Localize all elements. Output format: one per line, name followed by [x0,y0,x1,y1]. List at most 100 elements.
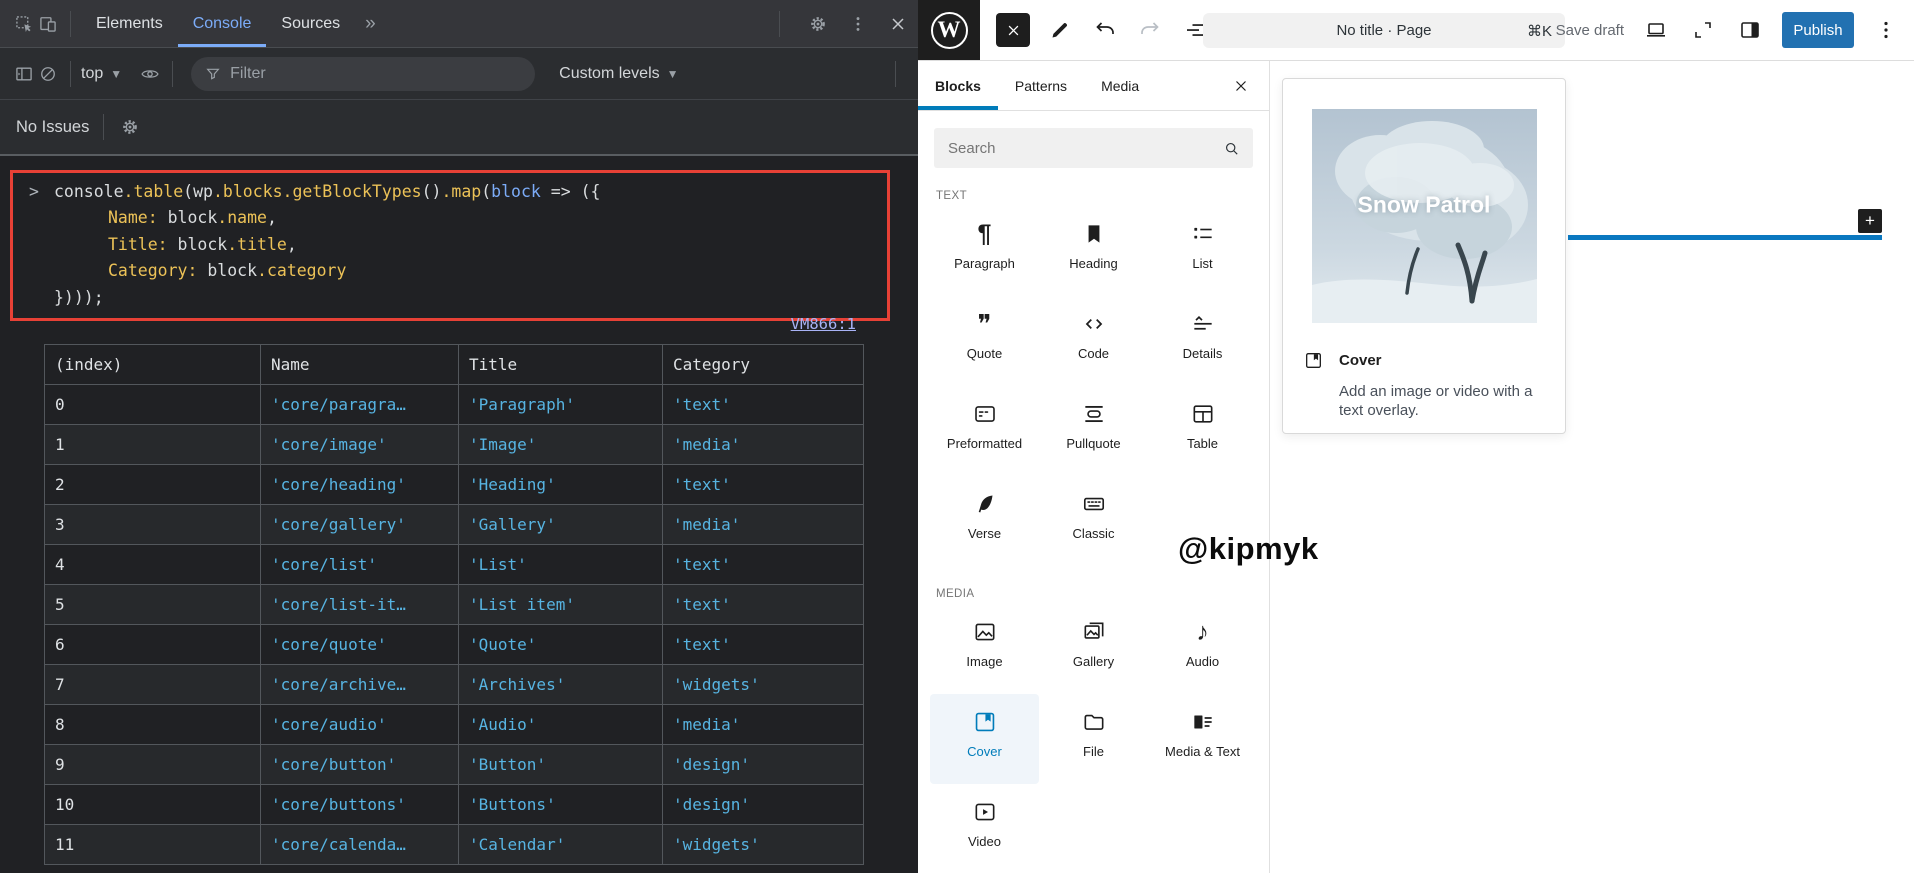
editor-canvas: Snow Patrol Cover Add an image or video … [1270,61,1914,873]
table-cell: 'text' [663,545,864,585]
table-cell: 6 [45,625,261,665]
tab-console[interactable]: Console [178,0,267,47]
settings-sidebar-icon[interactable] [1735,15,1765,45]
clear-console-icon[interactable] [36,62,60,86]
block-search-box[interactable] [934,128,1253,168]
table-cell: 'widgets' [663,665,864,705]
table-header-title[interactable]: Title [459,345,663,385]
execution-context-selector[interactable]: top ▼ [81,65,122,83]
inspect-element-icon[interactable] [12,12,36,36]
undo-icon[interactable] [1090,15,1120,45]
source-location-link[interactable]: VM866:1 [791,315,856,333]
search-input[interactable] [948,139,1222,157]
block-item-audio[interactable]: ♪ Audio [1148,604,1257,694]
table-header-index[interactable]: (index) [45,345,261,385]
wordpress-w-icon: W [930,11,968,49]
tab-elements[interactable]: Elements [81,0,178,47]
table-cell: 'media' [663,705,864,745]
issues-settings-gear-icon[interactable] [118,115,142,139]
table-cell: 8 [45,705,261,745]
wp-topbar: W No title · Page ⌘K Save draft Publish [918,0,1914,61]
divider [172,60,174,87]
block-item-paragraph[interactable]: ¶ Paragraph [930,206,1039,296]
inserter-tab-patterns[interactable]: Patterns [998,61,1084,110]
block-item-gallery[interactable]: Gallery [1039,604,1148,694]
table-cell: 4 [45,545,261,585]
table-cell: 'design' [663,745,864,785]
image-icon [972,619,998,645]
table-header-category[interactable]: Category [663,345,864,385]
devtools-close-icon[interactable] [886,12,910,36]
device-toolbar-icon[interactable] [36,12,60,36]
search-icon [1222,139,1241,158]
table-cell: 'text' [663,625,864,665]
redo-icon[interactable] [1135,15,1165,45]
close-inserter-button[interactable] [996,13,1030,47]
block-item-video[interactable]: Video [930,784,1039,873]
block-item-table[interactable]: Table [1148,386,1257,476]
more-tabs-chevrons-icon[interactable]: » [355,13,386,35]
block-item-image[interactable]: Image [930,604,1039,694]
options-menu-dots-icon[interactable] [1871,15,1901,45]
publish-button[interactable]: Publish [1782,12,1854,48]
pullquote-icon [1081,401,1107,427]
wordpress-logo[interactable]: W [918,0,980,60]
table-cell: 'Audio' [459,705,663,745]
block-item-heading[interactable]: Heading [1039,206,1148,296]
console-command-highlighted: > console.table(wp.blocks.getBlockTypes()… [10,170,890,322]
filter-input[interactable] [230,64,522,83]
table-cell: 'design' [663,785,864,825]
quote-icon: ❞ [977,309,992,339]
block-item-classic[interactable]: Classic [1039,476,1148,566]
console-filter-box[interactable] [191,56,536,91]
save-draft-button[interactable]: Save draft [1556,22,1624,39]
tab-sources[interactable]: Sources [266,0,355,47]
table-cell: 'Gallery' [459,505,663,545]
live-expression-eye-icon[interactable] [138,62,162,86]
console-code-line: }))); [54,287,104,307]
block-item-media-text[interactable]: Media & Text [1148,694,1257,784]
block-item-pullquote[interactable]: Pullquote [1039,386,1148,476]
table-cell: 'core/heading' [261,465,459,505]
inserter-close-icon[interactable] [1229,74,1253,98]
preview-device-icon[interactable] [1641,15,1671,45]
fullscreen-expand-icon[interactable] [1688,15,1718,45]
table-header-name[interactable]: Name [261,345,459,385]
block-item-cover[interactable]: Cover [930,694,1039,784]
table-cell: 'Paragraph' [459,385,663,425]
block-item-verse[interactable]: Verse [930,476,1039,566]
block-item-details[interactable]: Details [1148,296,1257,386]
block-item-code[interactable]: Code [1039,296,1148,386]
table-cell: 7 [45,665,261,705]
inserter-tabs: Blocks Patterns Media [918,61,1269,111]
divider [70,60,71,87]
wp-editor: W No title · Page ⌘K Save draft Publish … [918,0,1914,873]
console-sidebar-toggle-icon[interactable] [12,62,36,86]
console-code-line: Category: block.category [108,261,347,281]
devtools-tabs: Elements Console Sources [81,0,355,47]
block-item-file[interactable]: File [1039,694,1148,784]
divider [779,10,780,37]
inserter-tab-blocks[interactable]: Blocks [918,61,998,110]
devtools-settings-gear-icon[interactable] [806,12,830,36]
table-cell: 3 [45,505,261,545]
table-cell: 'Heading' [459,465,663,505]
devtools-menu-dots-icon[interactable] [846,12,870,36]
close-icon [1008,25,1018,35]
table-cell: 2 [45,465,261,505]
add-block-button[interactable]: + [1858,209,1882,233]
block-preview-popover: Snow Patrol Cover Add an image or video … [1282,78,1566,434]
command-palette-field[interactable]: No title · Page ⌘K [1203,13,1565,48]
inserter-tab-media[interactable]: Media [1084,61,1156,110]
block-item-preformatted[interactable]: Preformatted [930,386,1039,476]
log-levels-selector[interactable]: Custom levels ▼ [559,65,678,83]
divider [895,60,896,87]
table-cell: 'core/quote' [261,625,459,665]
block-item-list[interactable]: List [1148,206,1257,296]
table-cell: 5 [45,585,261,625]
block-item-quote[interactable]: ❞ Quote [930,296,1039,386]
table-cell: 'core/buttons' [261,785,459,825]
edit-pencil-icon[interactable] [1045,15,1075,45]
console-code-line: > console.table(wp.blocks.getBlockTypes()… [13,179,887,205]
table-cell: 11 [45,825,261,865]
